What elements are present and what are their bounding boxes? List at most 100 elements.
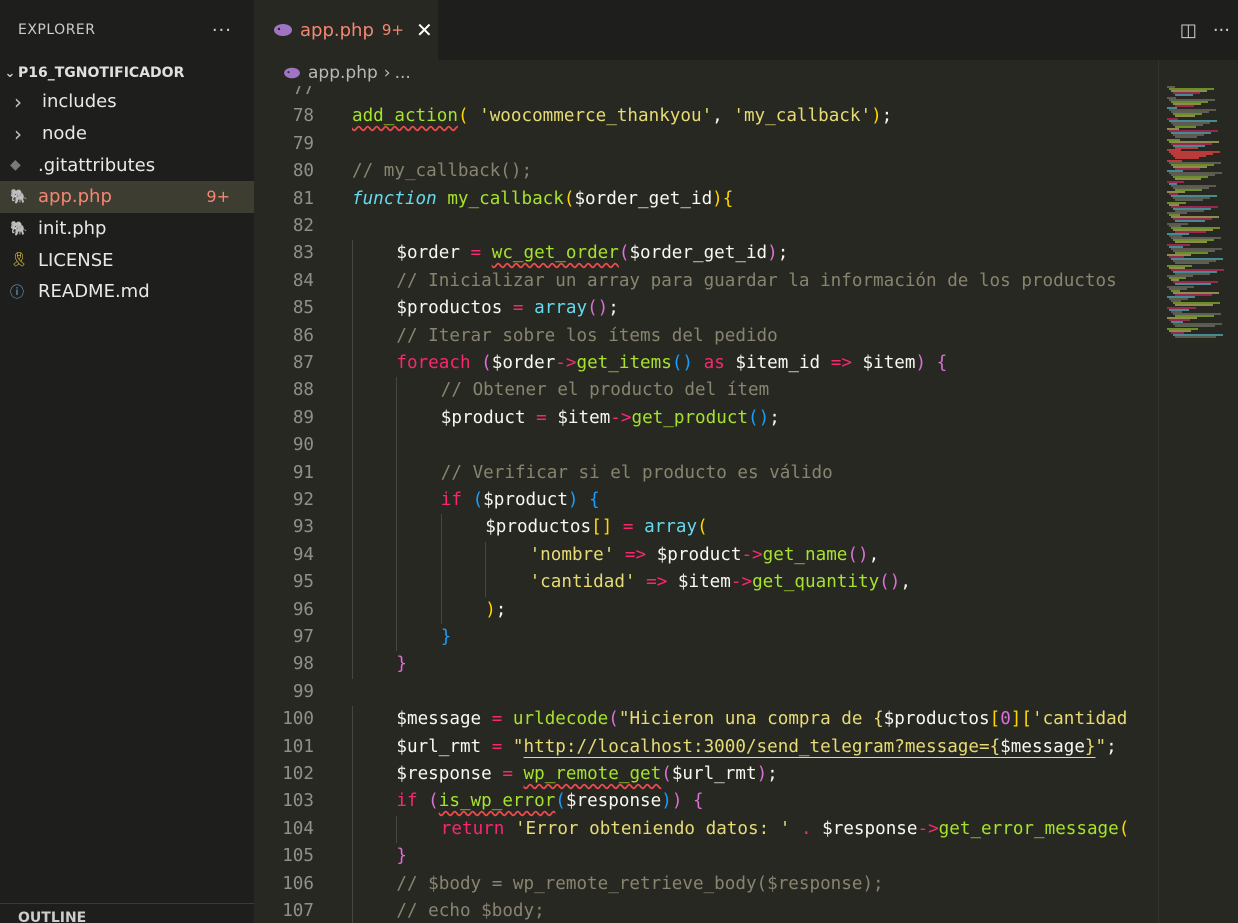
code-line[interactable]: 97}: [254, 624, 1158, 652]
indent-guide: [352, 240, 353, 268]
code-line[interactable]: 102 $response = wp_remote_get($url_rmt);: [254, 761, 1158, 789]
code-line[interactable]: 101 $url_rmt = "http://localhost:3000/sen…: [254, 733, 1158, 761]
minimap[interactable]: [1158, 60, 1238, 923]
code-line[interactable]: 106 // $body = wp_remote_retrieve_body($r…: [254, 870, 1158, 898]
tree-item-label: node: [42, 123, 87, 145]
code-token: [: [989, 709, 1001, 730]
code-token: ): [485, 599, 496, 620]
code-line[interactable]: 86 // Iterar sobre los ítems del pedido: [254, 322, 1158, 350]
code-line[interactable]: 79: [254, 131, 1158, 158]
tree-item-app-php[interactable]: 🐘 app.php 9+: [0, 181, 254, 213]
code-token: wp_remote_get: [523, 764, 662, 784]
tree-item-gitattributes[interactable]: ◆ .gitattributes: [0, 149, 254, 181]
code-line[interactable]: 85 $productos = array();: [254, 295, 1158, 323]
code-token: ->: [610, 407, 632, 428]
code-line[interactable]: 83 $order = wc_get_order($order_get_id);: [254, 240, 1158, 268]
code-line[interactable]: 89 $product = $item->get_product();: [254, 404, 1158, 433]
code-line[interactable]: 77: [254, 86, 1158, 103]
code-token: if: [396, 791, 418, 812]
code-line[interactable]: 105}: [254, 843, 1158, 871]
tree-item-includes[interactable]: › includes: [0, 86, 254, 118]
code-token: $order: [396, 243, 460, 264]
chevron-right-icon: ›: [383, 63, 391, 83]
code-line[interactable]: 107 // echo $body;: [254, 898, 1158, 923]
tree-item-label: app.php: [38, 186, 112, 208]
tree-item-label: init.php: [38, 218, 107, 240]
code-text: if ($product) {: [441, 487, 600, 514]
code-line[interactable]: 90: [254, 432, 1158, 460]
code-line[interactable]: 78 add_action( 'woocommerce_thankyou', 'm…: [254, 103, 1158, 130]
tree-item-readme-md[interactable]: ⓘ README.md: [0, 276, 254, 308]
code-token: (: [587, 298, 598, 319]
folder-root[interactable]: ⌄ P16_TGNOTIFICADOR: [0, 60, 254, 86]
code-line[interactable]: 95 'cantidad' => $item->get_quantity(),: [254, 569, 1158, 597]
code-token: $order: [491, 353, 556, 373]
code-line[interactable]: 91 // Verificar si el producto es válido: [254, 459, 1158, 487]
code-token: $product: [440, 407, 526, 428]
breadcrumb-symbol[interactable]: ...: [395, 63, 411, 83]
code-line[interactable]: 87 foreach ($order->get_items() as $item_…: [254, 350, 1158, 378]
code-text: $message = urldecode("Hicieron una compr…: [396, 706, 1127, 733]
code-line[interactable]: 92 if ($product) {: [254, 487, 1158, 515]
breadcrumb-file[interactable]: app.php: [308, 63, 378, 83]
code-text: $order = wc_get_order($order_get_id);: [396, 240, 788, 267]
line-number: 91: [292, 462, 314, 483]
code-token: =: [459, 243, 492, 264]
info-icon: ⓘ: [10, 284, 24, 301]
code-token: =: [491, 764, 524, 784]
code-token: =: [481, 709, 513, 730]
code-line[interactable]: 100 $message = urldecode("Hicieron una co…: [254, 706, 1158, 734]
close-icon[interactable]: ✕: [416, 18, 433, 42]
code-token: ;: [495, 599, 507, 620]
code-line[interactable]: 93 $productos[] = array(: [254, 514, 1158, 542]
tree-item-init-php[interactable]: 🐘 init.php: [0, 213, 254, 245]
line-number: 106: [282, 873, 314, 894]
more-actions-icon[interactable]: ···: [212, 20, 232, 41]
code-line[interactable]: 96);: [254, 596, 1158, 624]
code-token: $response: [565, 791, 662, 812]
code-line[interactable]: 81 function my_callback($order_get_id){: [254, 186, 1158, 213]
line-number: 90: [292, 435, 314, 456]
code-line[interactable]: 103 if (is_wp_error($response)) {: [254, 788, 1158, 816]
code-line[interactable]: 88 // Obtener el producto del ítem: [254, 377, 1158, 405]
code-text: }: [396, 843, 407, 870]
minimap-line: [1175, 115, 1195, 118]
line-number: 101: [282, 736, 314, 757]
tab-app-php[interactable]: app.php 9+ ✕: [254, 0, 438, 60]
indent-guide: [352, 733, 353, 761]
code-token: 'nombre': [529, 544, 615, 565]
line-number: 99: [292, 681, 314, 702]
tree-item-license[interactable]: 🎗 LICENSE: [0, 244, 254, 276]
code-line[interactable]: 99: [254, 679, 1158, 706]
code-line[interactable]: 84 // Inicializar un array para guardar l…: [254, 267, 1158, 296]
code-text: // my_callback();: [352, 158, 532, 185]
code-line[interactable]: 80 // my_callback();: [254, 158, 1158, 185]
code-token: .: [790, 818, 823, 839]
file-tree: › includes › node ◆ .gitattributes 🐘 app.php 9+ 🐘…: [0, 86, 254, 308]
code-editor[interactable]: 77 78 add_action( 'woocommerce_thankyou', …: [254, 86, 1158, 923]
chevron-right-icon: ›: [14, 89, 22, 114]
line-number: 93: [292, 517, 314, 538]
code-line[interactable]: 98}: [254, 651, 1158, 679]
code-line[interactable]: 104 return 'Error obteniendo datos: ' . $…: [254, 815, 1158, 844]
code-token: ): [661, 791, 672, 812]
code-token: {: [722, 188, 734, 209]
code-token: 'woocommerce_thankyou': [479, 106, 713, 127]
code-token: ]: [1010, 709, 1022, 730]
code-token: $item: [677, 572, 731, 593]
line-number: 104: [282, 818, 314, 839]
tree-item-node[interactable]: › node: [0, 118, 254, 150]
more-actions-icon[interactable]: ···: [1213, 20, 1230, 41]
code-line[interactable]: 82: [254, 213, 1158, 240]
line-number: 105: [282, 846, 314, 867]
code-token: (: [472, 490, 484, 510]
code-text: if (is_wp_error($response)) {: [396, 788, 703, 815]
code-line[interactable]: 94 'nombre' => $product->get_name(),: [254, 541, 1158, 570]
outline-section[interactable]: OUTLINE: [0, 903, 254, 923]
indent-guide: [352, 569, 353, 597]
line-number: 96: [292, 599, 314, 620]
indent-guide: [396, 514, 398, 542]
split-editor-icon[interactable]: ◫: [1180, 20, 1197, 41]
